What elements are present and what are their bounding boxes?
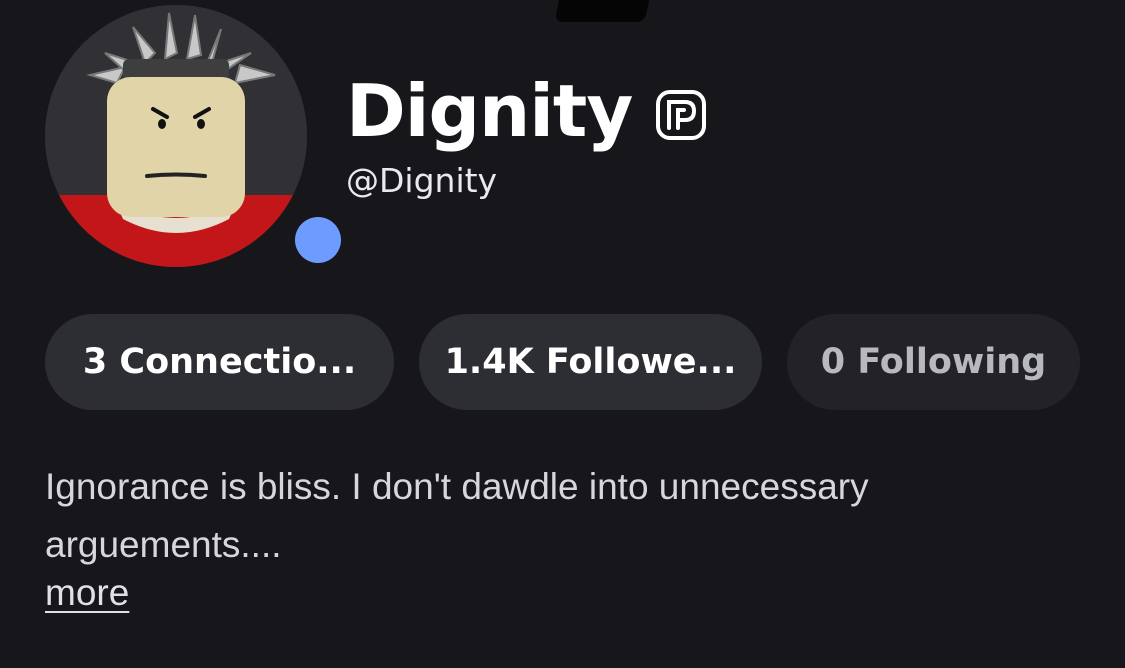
connections-button[interactable]: 3 Connectio...: [45, 314, 394, 410]
header-decoration: [554, 0, 656, 22]
bio-more-link[interactable]: more: [45, 574, 129, 611]
display-name-row: Dignity: [346, 66, 708, 156]
username: @Dignity: [346, 161, 498, 200]
following-button[interactable]: 0 Following: [787, 314, 1080, 410]
followers-button[interactable]: 1.4K Followe...: [419, 314, 762, 410]
avatar[interactable]: [45, 5, 341, 269]
profile-page: Dignity @Dignity 3 Connectio... 1.4K Fol…: [0, 0, 1125, 668]
verified-badge-icon[interactable]: [654, 88, 708, 142]
online-status-indicator: [295, 217, 341, 263]
bio-text: Ignorance is bliss. I don't dawdle into …: [45, 466, 869, 565]
stats-row: 3 Connectio... 1.4K Followe... 0 Followi…: [45, 314, 1080, 410]
avatar-image: [45, 5, 307, 267]
display-name: Dignity: [346, 69, 633, 153]
